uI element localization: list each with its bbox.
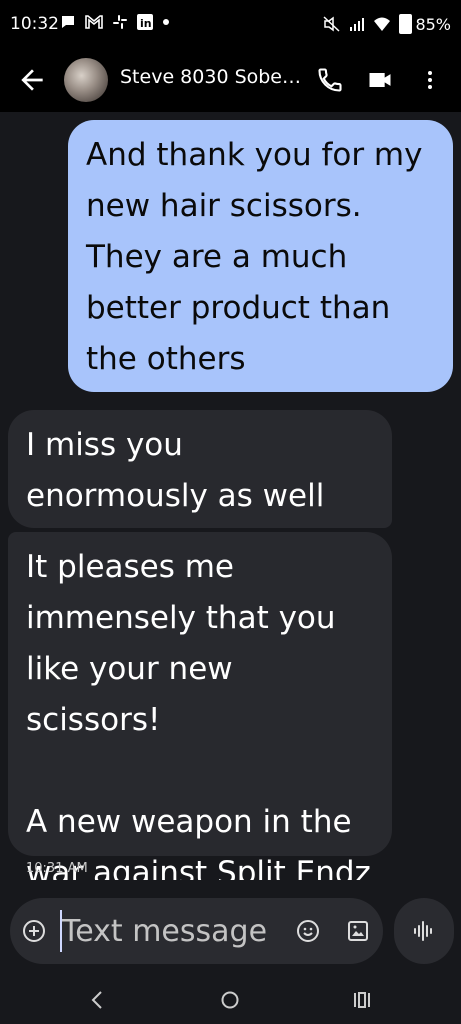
dot-icon [163, 19, 169, 25]
notification-icons: in [60, 14, 170, 30]
add-attachment-icon[interactable] [22, 919, 46, 943]
more-options-icon[interactable] [418, 66, 442, 94]
back-arrow-icon[interactable] [16, 64, 48, 96]
mute-icon [323, 16, 340, 32]
wifi-icon [374, 17, 391, 31]
nav-home-icon[interactable] [218, 988, 242, 1012]
emoji-icon[interactable] [296, 919, 320, 943]
message-bubble-incoming[interactable]: It pleases me immensely that you like yo… [8, 532, 392, 880]
voice-message-button[interactable] [394, 898, 454, 964]
message-bubble-outgoing[interactable]: And thank you for my new hair scissors. … [68, 120, 453, 392]
battery-percent: 85% [415, 14, 451, 34]
signal-icon [350, 18, 365, 31]
system-nav-bar [0, 974, 461, 1024]
status-bar: 10:32 in 85% [0, 0, 461, 52]
app-bar: Steve 8030 Sobe… [0, 52, 461, 112]
compose-bar [10, 898, 383, 964]
nav-back-icon[interactable] [86, 988, 110, 1012]
chat-icon [62, 16, 74, 28]
message-timestamp: 10:31 AM [26, 861, 88, 876]
message-bubble-incoming[interactable]: I miss you enormously as well [8, 410, 392, 528]
compose-area [0, 880, 461, 974]
slack-icon [113, 15, 127, 29]
status-time: 10:32 [10, 14, 59, 34]
battery-indicator: 85% [399, 14, 451, 34]
nav-recents-icon[interactable] [350, 988, 374, 1012]
phone-icon[interactable] [316, 66, 344, 94]
message-input[interactable] [60, 910, 292, 952]
gallery-icon[interactable] [346, 919, 370, 943]
conversation-thread[interactable]: And thank you for my new hair scissors. … [0, 112, 461, 880]
contact-name[interactable]: Steve 8030 Sobe… [120, 66, 301, 88]
gmail-icon [85, 15, 103, 29]
svg-text:in: in [140, 17, 152, 30]
linkedin-icon: in [137, 14, 153, 30]
battery-icon [399, 14, 413, 34]
video-call-icon[interactable] [366, 66, 394, 94]
status-right: 85% [323, 14, 451, 34]
contact-avatar[interactable] [64, 58, 108, 102]
voice-waveform-icon [414, 921, 432, 941]
